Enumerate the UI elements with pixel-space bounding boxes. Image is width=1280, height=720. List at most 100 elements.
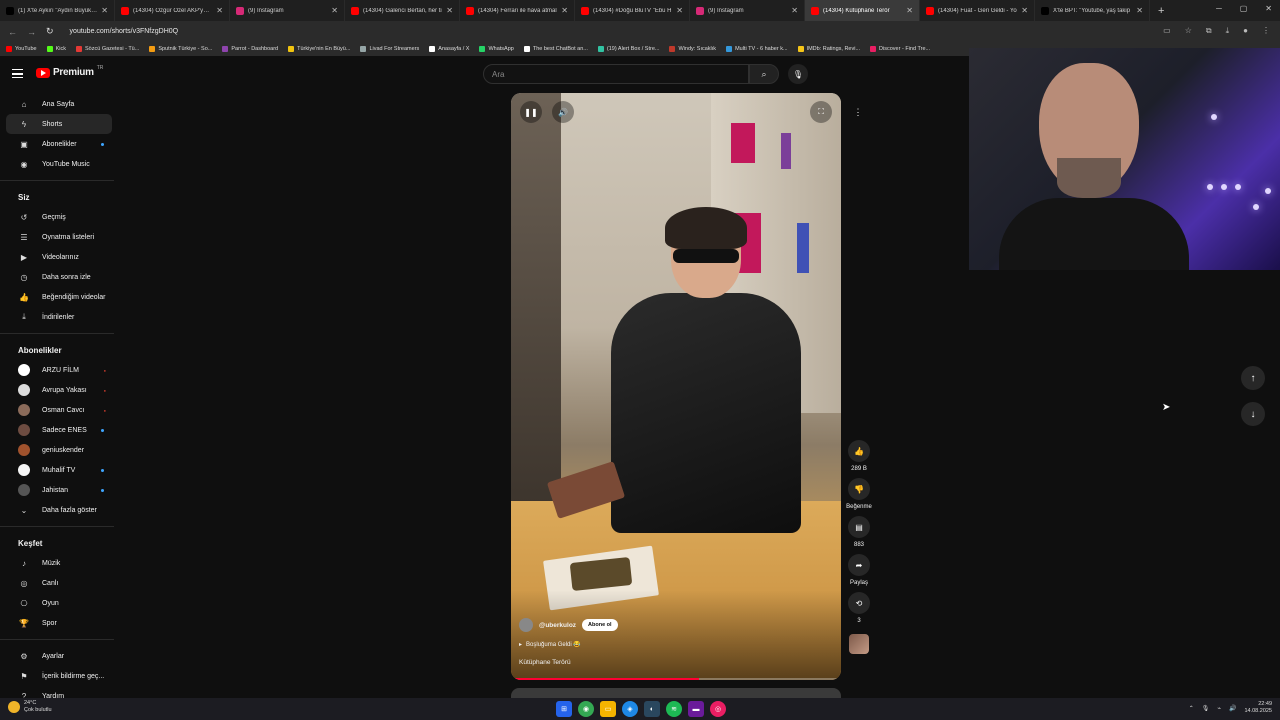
tab-close-icon[interactable]: ✕ <box>216 6 223 15</box>
tab-close-icon[interactable]: ✕ <box>791 6 798 15</box>
downloads-icon[interactable]: ⤓ <box>1226 26 1230 36</box>
subscription-item[interactable]: Sadece ENES <box>6 420 112 440</box>
minimize-icon[interactable]: ─ <box>1216 4 1222 13</box>
next-short-arrow-icon[interactable]: ↓ <box>1241 402 1265 426</box>
start-icon[interactable]: ⊞ <box>556 701 572 717</box>
more-options-icon[interactable]: ⋮ <box>849 103 867 121</box>
sidebar-item-i-erik-bildirme-ge-[interactable]: ⚑ İçerik bildirme geç... <box>6 666 112 686</box>
sidebar-item-shorts[interactable]: ϟ Shorts <box>6 114 112 134</box>
streaming-app-icon[interactable]: ▬ <box>688 701 704 717</box>
channel-name[interactable]: @uberkuloz <box>539 622 576 629</box>
clock[interactable]: 22:49 14.08.2025 <box>1244 701 1272 715</box>
bookmark-item[interactable]: Windy: Sıcaklık <box>669 46 716 52</box>
dislike-button[interactable]: 👎 <box>848 478 870 500</box>
section-heading-subscriptions[interactable]: Abonelikler <box>6 340 112 360</box>
like-button[interactable]: 👍 <box>848 440 870 462</box>
next-short-preview[interactable] <box>511 688 841 698</box>
sidebar-item-oyun[interactable]: ⎔ Oyun <box>6 593 112 613</box>
bookmark-item[interactable]: Kick <box>46 46 66 52</box>
fullscreen-icon[interactable]: ⛶ <box>810 101 832 123</box>
mic-tray-icon[interactable]: 🎙 <box>1202 705 1210 712</box>
subscribe-button[interactable]: Abone ol <box>582 619 618 631</box>
sidebar-item-spor[interactable]: 🏆 Spor <box>6 613 112 633</box>
comments-button[interactable]: ▤ <box>848 516 870 538</box>
browser-tab[interactable]: (1) X'te Aykırı "Aydın Büyükşe ✕ <box>0 0 115 21</box>
sidebar-item-abonelikler[interactable]: ▣ Abonelikler <box>6 134 112 154</box>
subscription-item[interactable]: ARZU FİLM ● <box>6 360 112 380</box>
sidebar-item-daha-sonra-izle[interactable]: ◷ Daha sonra izle <box>6 267 112 287</box>
browser-tab[interactable]: (14304) Ferrari ile hava atmal ✕ <box>460 0 575 21</box>
sidebar-item-youtube-music[interactable]: ◉ YouTube Music <box>6 154 112 174</box>
bookmark-item[interactable]: Türkiye'nin En Büyü... <box>288 46 350 52</box>
song-link[interactable]: ▸ Boşluğuma Geldi 😂 <box>519 641 581 648</box>
previous-short-arrow-icon[interactable]: ↑ <box>1241 366 1265 390</box>
url-field[interactable]: youtube.com/shorts/v3FNfzgDH0Q <box>70 28 179 35</box>
bookmark-item[interactable]: (19) Alert Box / Stre... <box>597 46 659 52</box>
browser-tab[interactable]: (14304) Kütüphane Terör ✕ <box>805 0 920 21</box>
tab-close-icon[interactable]: ✕ <box>1021 6 1028 15</box>
browser-tab[interactable]: X'te BPT: "Youtube, yaş takip ✕ <box>1035 0 1150 21</box>
sound-thumbnail[interactable] <box>849 634 869 654</box>
bookmark-item[interactable]: WhatsApp <box>479 46 514 52</box>
back-icon[interactable]: ← <box>8 27 17 37</box>
channel-avatar[interactable] <box>519 618 533 632</box>
profile-icon[interactable]: ● <box>1243 26 1248 36</box>
bookmark-item[interactable]: Parrot - Dashboard <box>222 46 278 52</box>
bookmark-item[interactable]: Multi TV - 6 haber k... <box>726 46 788 52</box>
bookmark-item[interactable]: YouTube <box>6 46 37 52</box>
reload-icon[interactable]: ↻ <box>46 26 54 37</box>
browser-tab[interactable]: (9) Instagram ✕ <box>690 0 805 21</box>
bookmark-item[interactable]: Sputnik Türkiye - So... <box>149 46 212 52</box>
pause-icon[interactable]: ❚❚ <box>520 101 542 123</box>
subscription-item[interactable]: Jahistan <box>6 480 112 500</box>
video-progress-bar[interactable] <box>511 678 841 680</box>
sidebar-item-videolar-n-z[interactable]: ▶ Videolarınız <box>6 247 112 267</box>
forward-icon[interactable]: → <box>27 27 36 37</box>
sidebar-item-canl-[interactable]: ◎ Canlı <box>6 573 112 593</box>
browser-tab[interactable]: (14304) Galerici Bertan, her ti ✕ <box>345 0 460 21</box>
maximize-icon[interactable]: ▢ <box>1240 4 1248 13</box>
search-icon[interactable]: ⌕ <box>749 64 779 84</box>
browser-tab[interactable]: (14304) #Doğu BluTV "Ebu H ✕ <box>575 0 690 21</box>
sidebar-item-ana-sayfa[interactable]: ⌂ Ana Sayfa <box>6 94 112 114</box>
tab-close-icon[interactable]: ✕ <box>906 6 913 15</box>
menu-icon[interactable] <box>12 69 23 78</box>
weather-widget[interactable]: 24°C Çok bulutlu <box>8 700 52 714</box>
app-icon[interactable]: ◈ <box>622 701 638 717</box>
tab-close-icon[interactable]: ✕ <box>676 6 683 15</box>
show-more-button[interactable]: ⌄ Daha fazla göster <box>6 500 112 520</box>
youtube-logo[interactable]: Premium TR <box>36 65 103 78</box>
tab-close-icon[interactable]: ✕ <box>446 6 453 15</box>
sidebar-item-m-zik[interactable]: ♪ Müzik <box>6 553 112 573</box>
sidebar-item-ayarlar[interactable]: ⚙ Ayarlar <box>6 646 112 666</box>
volume-icon[interactable]: 🔊 <box>552 101 574 123</box>
tab-close-icon[interactable]: ✕ <box>561 6 568 15</box>
remix-button[interactable]: ⟲ <box>848 592 870 614</box>
browser-tab[interactable]: (14304) Özgür Özel AKP'ye 'o ✕ <box>115 0 230 21</box>
section-heading-explore[interactable]: Keşfet <box>6 533 112 553</box>
bookmark-star-icon[interactable]: ☆ <box>1185 26 1192 36</box>
browser-tab[interactable]: (14304) Fuat - Geri Geldi - Yo ✕ <box>920 0 1035 21</box>
bookmark-item[interactable]: The best ChatBot an... <box>523 46 588 52</box>
bookmark-item[interactable]: Sözcü Gazetesi - Tü... <box>76 46 139 52</box>
obs-icon[interactable]: ◎ <box>710 701 726 717</box>
subscription-item[interactable]: Muhalif TV <box>6 460 112 480</box>
new-tab-button[interactable]: + <box>1158 5 1164 17</box>
browser-menu-icon[interactable]: ⋮ <box>1262 26 1270 36</box>
chrome-icon[interactable]: ◉ <box>578 701 594 717</box>
sidebar-item-oynatma-listeleri[interactable]: ☰ Oynatma listeleri <box>6 227 112 247</box>
microphone-icon[interactable]: 🎙 <box>788 64 808 84</box>
tab-close-icon[interactable]: ✕ <box>1136 6 1143 15</box>
browser-tab[interactable]: (9) Instagram ✕ <box>230 0 345 21</box>
search-input[interactable]: Ara <box>483 64 749 84</box>
bookmark-item[interactable]: Livad For Streamers <box>360 46 419 52</box>
subscription-item[interactable]: geniuskender <box>6 440 112 460</box>
tab-close-icon[interactable]: ✕ <box>331 6 338 15</box>
tray-overflow-icon[interactable]: ⌃ <box>1189 705 1194 712</box>
subscription-item[interactable]: Avrupa Yakası ● <box>6 380 112 400</box>
steam-icon[interactable]: ◐ <box>644 701 660 717</box>
close-window-icon[interactable]: ✕ <box>1265 4 1272 13</box>
network-icon[interactable]: ⌁ <box>1217 705 1221 712</box>
speaker-icon[interactable]: 🔊 <box>1229 705 1236 712</box>
spotify-icon[interactable]: ≋ <box>666 701 682 717</box>
